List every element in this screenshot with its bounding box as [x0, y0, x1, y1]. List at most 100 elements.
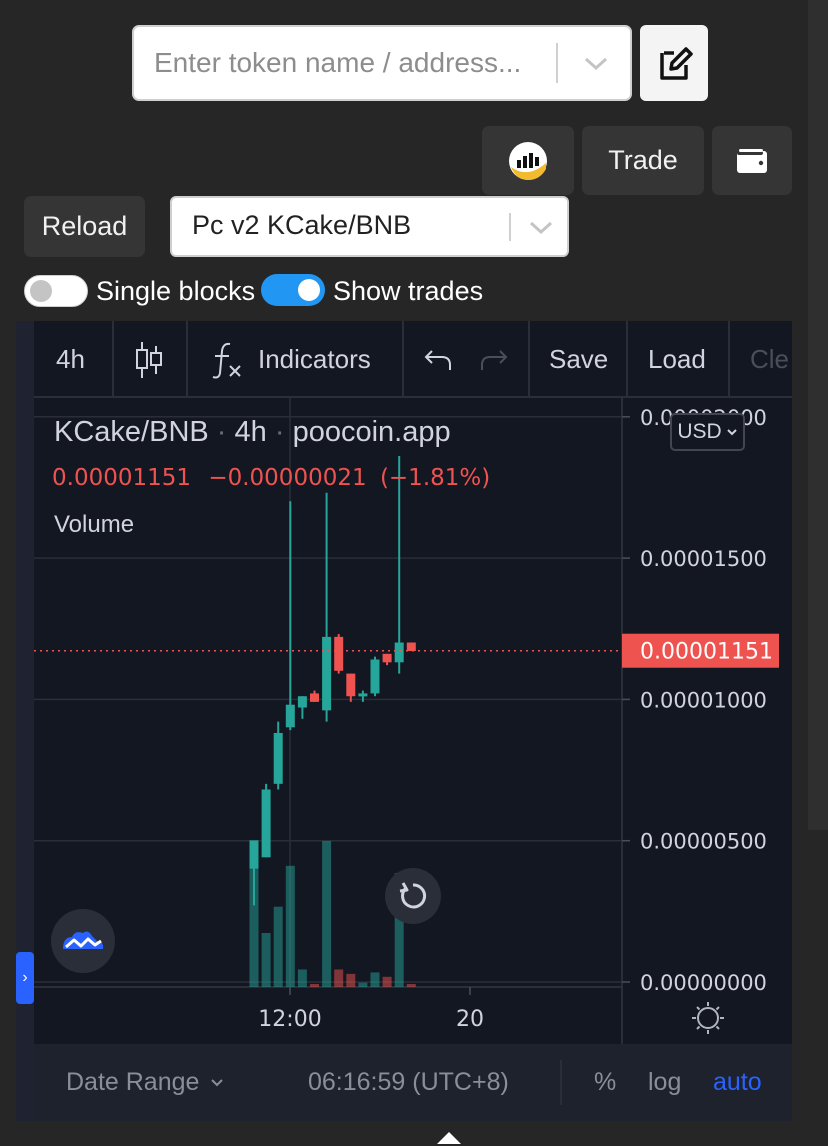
price-tick-label: 0.00001500 [640, 547, 767, 571]
legend-values: 0.00001151 −0.00000021 (−1.81%) [52, 465, 490, 491]
candle-body [358, 693, 368, 697]
edit-icon [660, 47, 693, 80]
volume-bar [322, 841, 332, 987]
token-search-input[interactable] [154, 27, 554, 99]
function-icon [212, 342, 241, 378]
auto-scale-button[interactable]: auto [713, 1044, 762, 1121]
redo-icon [481, 349, 508, 370]
undo-button[interactable] [422, 321, 454, 398]
price-chart[interactable]: 0.000020000.000015000.000010000.00000500… [34, 398, 792, 1044]
toggle-knob [30, 280, 52, 302]
chevron-down-icon[interactable] [582, 51, 610, 75]
chart-toolbar: 4h Indicators Save Load Cle [34, 321, 792, 398]
legend-pair: KCake/BNB [54, 416, 209, 448]
candle-body [382, 653, 392, 663]
legend-change: −0.00000021 [208, 465, 367, 491]
volume-bar [370, 972, 380, 987]
candle-body [370, 659, 380, 694]
legend-interval: 4h [234, 416, 267, 448]
reload-button[interactable]: Reload [24, 196, 145, 257]
candle-body [334, 636, 344, 671]
date-range-label: Date Range [66, 1068, 200, 1096]
search-divider [556, 43, 558, 83]
tradingview-logo[interactable] [51, 909, 115, 973]
candle-body [297, 696, 307, 708]
page: Trade Reload Pc v2 KCake/BNB Single bloc… [0, 0, 828, 1146]
price-axis-labels: 0.000020000.000015000.000010000.00000500… [622, 406, 767, 995]
volume-bar [334, 969, 344, 987]
single-blocks-label: Single blocks [96, 276, 256, 306]
candle-style-button[interactable] [134, 321, 164, 398]
right-scroll-strip [808, 0, 828, 830]
toolbar-separator [112, 321, 114, 398]
percent-scale-button[interactable]: % [594, 1044, 616, 1121]
chart-footer: Date Range 06:16:59 (UTC+8) % log auto [34, 1044, 792, 1121]
tradingview-logo-icon [63, 931, 104, 949]
token-search-box[interactable] [132, 25, 632, 101]
footer-separator [560, 1060, 562, 1105]
svg-text:0.00001151: 0.00001151 [640, 640, 773, 665]
candle-body [346, 673, 356, 697]
current-time[interactable]: 06:16:59 (UTC+8) [308, 1044, 509, 1121]
candle-body [249, 840, 259, 869]
candle-body [310, 693, 319, 702]
volume-bar [406, 984, 416, 987]
volume-bar [346, 973, 356, 987]
save-button[interactable]: Save [549, 321, 608, 398]
single-blocks-toggle[interactable] [24, 275, 88, 307]
volume-bar [297, 969, 307, 987]
candle-body [261, 789, 271, 858]
time-tick-label: 20 [456, 1007, 484, 1032]
date-range-button[interactable]: Date Range [66, 1044, 225, 1121]
undo-icon [424, 349, 451, 370]
candles-icon [136, 341, 162, 378]
chevron-down-icon[interactable] [527, 216, 555, 238]
volume-bar [261, 932, 271, 987]
currency-select[interactable]: USD [670, 413, 745, 451]
volume-bar [273, 906, 283, 987]
reset-chart-button[interactable] [385, 868, 441, 924]
toggle-knob [298, 279, 320, 301]
volume-bar [285, 865, 295, 987]
toolbar-separator [528, 321, 530, 398]
chart-logo-icon [509, 141, 547, 180]
wallet-button[interactable] [712, 126, 792, 195]
volume-bar [310, 984, 319, 987]
candle-body [406, 642, 416, 652]
interval-button[interactable]: 4h [56, 321, 85, 398]
toolbar-separator [728, 321, 730, 398]
reset-icon [399, 882, 427, 909]
chevron-down-icon [726, 429, 737, 436]
wallet-icon [737, 148, 767, 173]
pair-select[interactable]: Pc v2 KCake/BNB [170, 196, 569, 257]
candle-body [322, 636, 332, 711]
clear-button[interactable]: Cle [750, 321, 789, 398]
price-tick-label: 0.00000500 [640, 830, 767, 854]
toolbar-separator [402, 321, 404, 398]
currency-value: USD [677, 420, 722, 443]
time-axis-labels: 12:00 20 [258, 987, 484, 1032]
settings-gear-icon[interactable] [692, 1002, 724, 1034]
volume-bar [358, 982, 368, 987]
show-trades-label: Show trades [333, 276, 484, 306]
redo-button[interactable] [478, 321, 510, 398]
load-button[interactable]: Load [648, 321, 706, 398]
log-scale-button[interactable]: log [648, 1044, 681, 1121]
trade-button[interactable]: Trade [582, 126, 704, 195]
toolbar-separator [626, 321, 628, 398]
indicators-button[interactable]: Indicators [210, 321, 371, 398]
scroll-up-arrow-icon[interactable] [437, 1132, 461, 1144]
chart-button[interactable] [482, 126, 574, 195]
show-trades-toggle[interactable] [261, 274, 325, 306]
legend-volume-label: Volume [54, 511, 135, 538]
legend-close: 0.00001151 [52, 465, 192, 491]
price-tick-label: 0.00001000 [640, 688, 767, 712]
expand-sidebar-button[interactable]: › [16, 952, 34, 1004]
legend-title: KCake/BNB · 4h · poocoin.app [54, 416, 451, 448]
time-tick-label: 12:00 [258, 1007, 321, 1032]
edit-button[interactable] [640, 25, 708, 101]
price-tick-label: 0.00000000 [640, 971, 767, 995]
pair-select-divider [509, 213, 511, 241]
candle-body [285, 704, 295, 728]
legend-change-pct: (−1.81%) [379, 465, 491, 491]
